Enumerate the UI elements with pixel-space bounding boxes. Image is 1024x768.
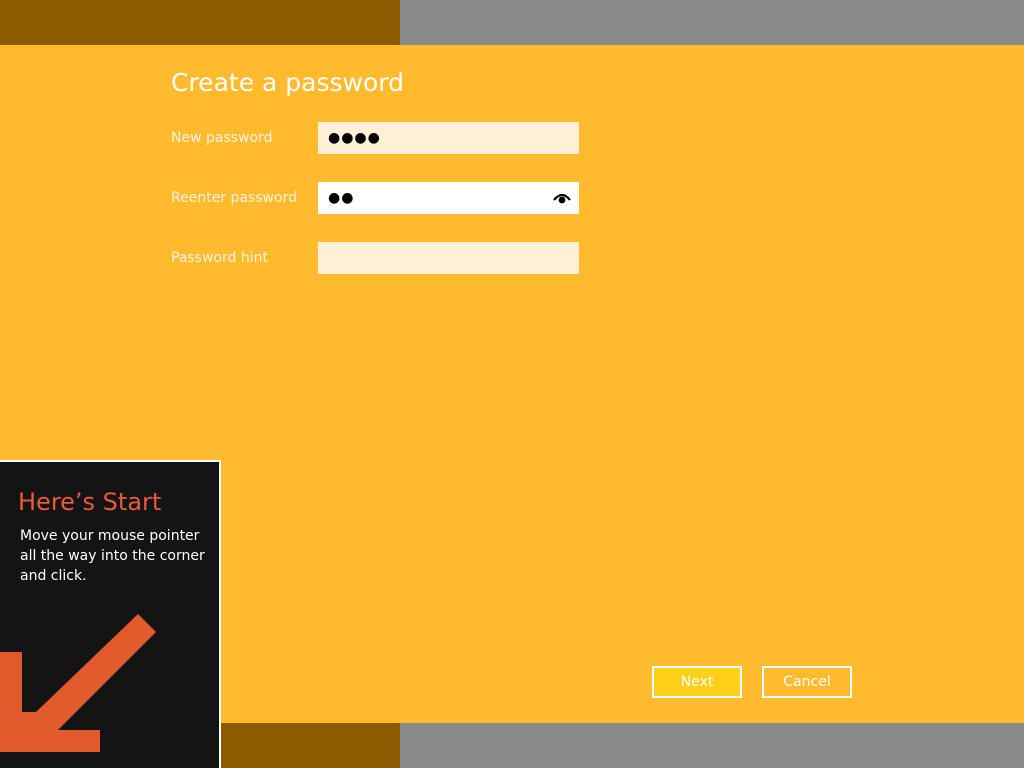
setup-screen: Create a password New password ●●●● Reen… bbox=[0, 0, 1024, 768]
new-password-masked-value: ●●●● bbox=[328, 130, 381, 146]
cancel-button[interactable]: Cancel bbox=[762, 666, 852, 698]
bottom-band-gray bbox=[400, 723, 1024, 768]
password-hint-field[interactable] bbox=[318, 242, 579, 274]
reenter-password-label: Reenter password bbox=[171, 190, 297, 206]
password-hint-label: Password hint bbox=[171, 250, 268, 266]
eye-icon[interactable] bbox=[553, 191, 571, 205]
next-button[interactable]: Next bbox=[652, 666, 742, 698]
down-left-arrow-icon bbox=[0, 614, 156, 752]
start-tip-title: Here’s Start bbox=[18, 488, 162, 516]
text-cursor-icon bbox=[346, 195, 348, 201]
top-band-gray bbox=[400, 0, 1024, 45]
start-tip-body: Move your mouse pointer all the way into… bbox=[20, 528, 205, 584]
page-title: Create a password bbox=[171, 68, 404, 97]
start-tip-panel: Here’s Start Move your mouse pointer all… bbox=[0, 460, 221, 768]
reenter-password-field[interactable]: ●● bbox=[318, 182, 579, 214]
top-band-dark bbox=[0, 0, 400, 45]
new-password-field[interactable]: ●●●● bbox=[318, 122, 579, 154]
reenter-password-masked-value: ●● bbox=[328, 190, 355, 206]
new-password-label: New password bbox=[171, 130, 273, 146]
